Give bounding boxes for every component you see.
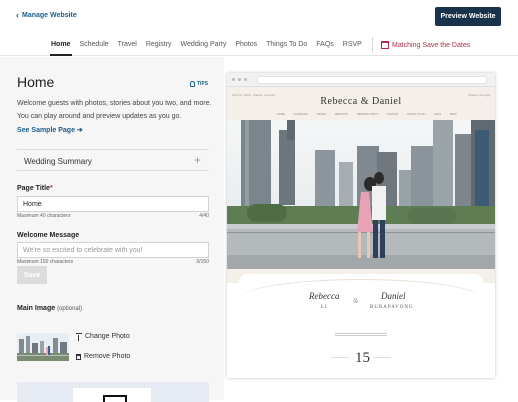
active-tab-indicator <box>50 54 72 56</box>
tab-faqs[interactable]: FAQs <box>316 41 334 48</box>
date-divider <box>373 357 391 358</box>
trash-icon <box>76 353 81 360</box>
site-nav-item[interactable]: SCHEDULE <box>293 113 307 116</box>
site-nav-item[interactable]: RSVP <box>450 113 457 116</box>
browser-toolbar <box>227 73 495 87</box>
partner-two-first-name: Daniel <box>381 291 406 301</box>
site-title: Rebecca & Daniel <box>320 96 402 107</box>
editor-panel: Home TIPS Welcome guests with photos, st… <box>0 57 224 402</box>
partner-one-surname: LI <box>321 305 328 310</box>
see-sample-page-link[interactable]: See Sample Page ➔ <box>17 126 83 134</box>
wedding-day: 15 <box>355 350 370 366</box>
arrow-right-icon: ➔ <box>74 127 83 134</box>
next-section-card <box>17 382 209 402</box>
manage-website-label: Manage Website <box>22 12 77 19</box>
tab-schedule[interactable]: Schedule <box>79 41 108 48</box>
tab-rsvp[interactable]: RSVP <box>343 41 362 48</box>
preview-website-button[interactable]: Preview Website <box>435 7 501 26</box>
top-bar: ‹ Manage Website Preview Website <box>0 0 518 34</box>
page-title-input[interactable]: Home <box>17 196 209 212</box>
window-dot-icon <box>232 78 235 81</box>
wedding-summary-accordion[interactable]: Wedding Summary + <box>17 149 209 171</box>
tips-label: TIPS <box>197 81 209 87</box>
calendar-icon <box>381 41 389 49</box>
date-divider <box>331 357 349 358</box>
welcome-message-char-count: 0/150 <box>196 259 209 265</box>
save-button[interactable]: Save <box>17 266 47 284</box>
tab-wedding-party[interactable]: Wedding Party <box>181 41 227 48</box>
tab-things-to-do[interactable]: Things To Do <box>266 41 307 48</box>
window-dot-icon <box>238 78 241 81</box>
manage-website-link[interactable]: ‹ Manage Website <box>16 10 77 20</box>
site-nav-item[interactable]: HOME <box>277 113 285 116</box>
browser-frame: April 15, 2023 · Atlanta, Georgia Atlant… <box>227 73 495 378</box>
tab-home[interactable]: Home <box>51 41 70 48</box>
site-nav-item[interactable]: FAQS <box>434 113 441 116</box>
site-header: April 15, 2023 · Atlanta, Georgia Atlant… <box>227 87 495 121</box>
remove-photo-button[interactable]: Remove Photo <box>76 353 130 360</box>
remove-photo-label: Remove Photo <box>84 353 131 360</box>
page-title-hint: Maximum 40 characters <box>17 213 71 219</box>
address-bar <box>257 76 487 84</box>
hero-photo <box>227 120 495 269</box>
change-photo-button[interactable]: Change Photo <box>76 333 130 341</box>
invitation-divider <box>335 333 387 336</box>
main-image-thumbnail <box>17 333 69 361</box>
site-preview-panel: April 15, 2023 · Atlanta, Georgia Atlant… <box>224 57 518 400</box>
site-nav-item[interactable]: THINGS TO DO <box>407 113 426 116</box>
partner-one-first-name: Rebecca <box>309 291 340 301</box>
wedding-summary-label: Wedding Summary <box>24 157 92 166</box>
save-the-dates-label: Matching Save the Dates <box>392 41 471 49</box>
site-nav-item[interactable]: PHOTOS <box>387 113 398 116</box>
partner-two-surname: BURAPAVONG <box>370 305 414 310</box>
site-nav: HOME SCHEDULE TRAVEL REGISTRY WEDDING PA… <box>277 113 457 116</box>
ampersand: & <box>353 297 359 305</box>
page-title-char-count: 4/40 <box>199 213 209 219</box>
tab-registry[interactable]: Registry <box>146 41 172 48</box>
save-the-dates-link[interactable]: Matching Save the Dates <box>381 41 470 49</box>
upload-icon <box>76 333 82 341</box>
see-sample-page-label: See Sample Page <box>17 127 75 134</box>
site-nav-item[interactable]: TRAVEL <box>316 113 326 116</box>
window-dot-icon <box>244 78 247 81</box>
page-nav: Home Schedule Travel Registry Wedding Pa… <box>0 34 518 56</box>
site-nav-item[interactable]: REGISTRY <box>335 113 348 116</box>
chevron-left-icon: ‹ <box>16 10 19 20</box>
nav-divider <box>372 37 373 52</box>
page-title-field-label: Page Title* <box>17 185 53 192</box>
tab-photos[interactable]: Photos <box>235 41 257 48</box>
change-photo-label: Change Photo <box>85 333 130 340</box>
intro-text: Welcome guests with photos, stories abou… <box>17 100 212 120</box>
qr-code-icon <box>103 395 127 402</box>
plus-icon: + <box>193 153 201 167</box>
lightbulb-icon <box>190 81 195 87</box>
welcome-message-label: Welcome Message <box>17 232 80 239</box>
welcome-message-input[interactable]: We're so excited to celebrate with you! <box>17 242 209 258</box>
welcome-message-hint: Maximum 150 characters <box>17 259 74 265</box>
page-title: Home <box>17 74 55 90</box>
tab-travel[interactable]: Travel <box>118 41 137 48</box>
site-nav-item[interactable]: WEDDING PARTY <box>357 113 379 116</box>
tips-button[interactable]: TIPS <box>190 81 208 87</box>
main-image-label: Main Image (optional) <box>17 305 83 312</box>
